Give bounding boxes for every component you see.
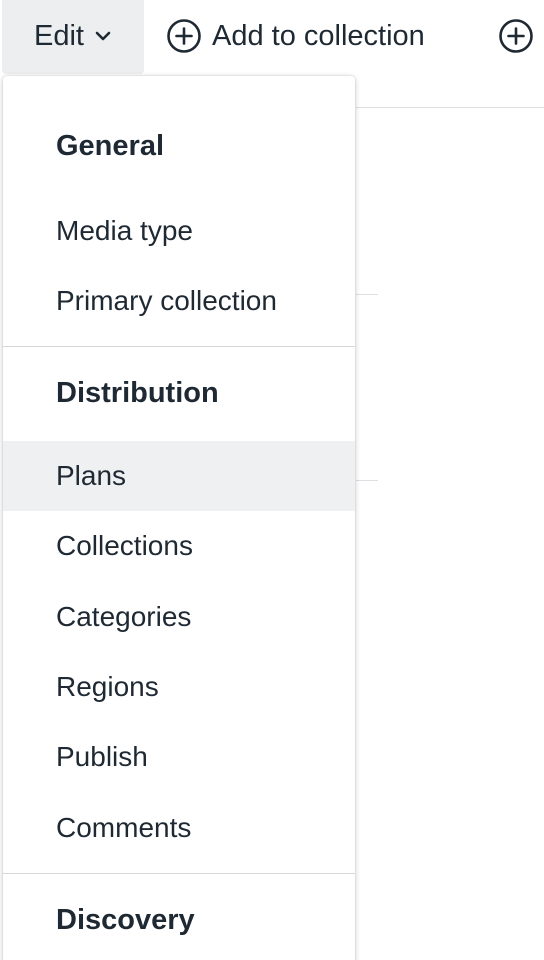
chevron-down-icon <box>94 30 112 42</box>
menu-item-categories[interactable]: Categories <box>3 582 355 652</box>
background-divider <box>356 107 544 108</box>
background-divider <box>356 480 378 481</box>
page: Edit Add to collection General Media typ… <box>0 0 544 960</box>
section-heading-general: General <box>56 130 164 162</box>
add-to-collection-button[interactable]: Add to collection <box>166 0 425 72</box>
menu-item-regions[interactable]: Regions <box>3 652 355 722</box>
menu-item-comments[interactable]: Comments <box>3 793 355 863</box>
add-to-collection-label: Add to collection <box>212 19 425 52</box>
background-divider <box>356 294 378 295</box>
menu-item-primary-collection[interactable]: Primary collection <box>3 266 355 336</box>
section-heading-distribution: Distribution <box>56 377 219 409</box>
menu-item-plans[interactable]: Plans <box>3 441 355 511</box>
menu-divider <box>3 873 355 874</box>
edit-menu-button[interactable]: Edit <box>2 0 144 74</box>
plus-circle-icon <box>498 18 534 54</box>
section-heading-discovery: Discovery <box>56 904 195 936</box>
add-button[interactable] <box>498 0 534 72</box>
menu-item-publish[interactable]: Publish <box>3 722 355 792</box>
toolbar: Edit Add to collection <box>0 0 544 74</box>
menu-item-media-type[interactable]: Media type <box>3 196 355 266</box>
menu-item-collections[interactable]: Collections <box>3 511 355 581</box>
menu-divider <box>3 346 355 347</box>
edit-dropdown-menu: General Media type Primary collection Di… <box>3 76 355 960</box>
edit-button-label: Edit <box>34 19 84 52</box>
plus-circle-icon <box>166 18 202 54</box>
